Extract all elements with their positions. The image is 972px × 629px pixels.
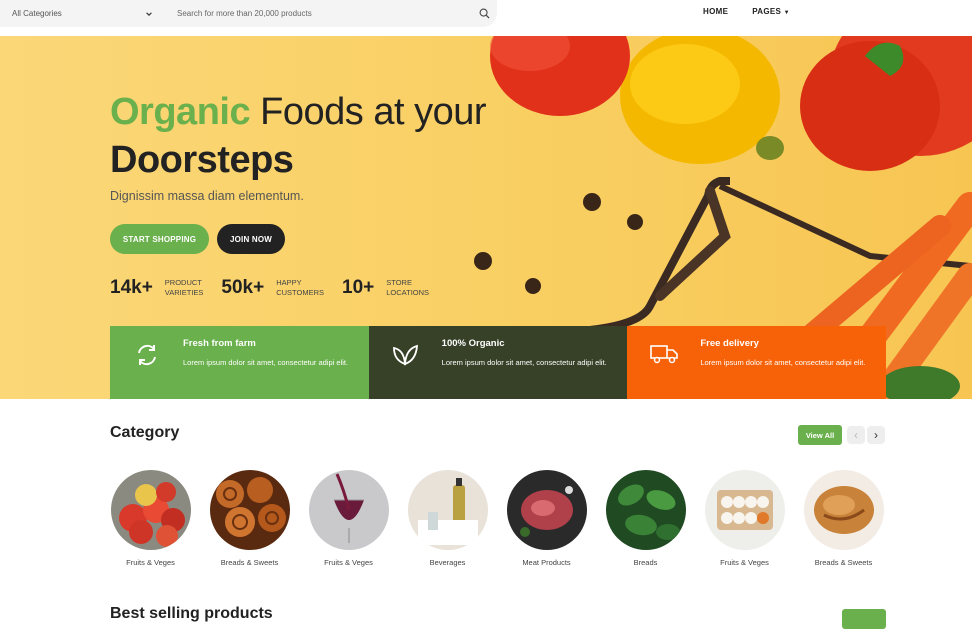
feature-desc: Lorem ipsum dolor sit amet, consectetur … (441, 358, 607, 367)
category-heading: Category (110, 424, 180, 441)
nav-pages-label: PAGES (752, 7, 782, 16)
hero-title-line2: Doorsteps (110, 139, 294, 181)
category-item[interactable]: Breads & Sweets (803, 470, 884, 567)
category-item[interactable]: Beverages (407, 470, 488, 567)
beverages-image (407, 470, 488, 550)
category-label: Fruits & Veges (324, 558, 373, 567)
category-label: Breads & Sweets (220, 558, 279, 567)
caret-down-icon: ▼ (783, 10, 790, 16)
hero-title-rest: Foods at your (250, 91, 487, 133)
features-strip: Fresh from farm Lorem ipsum dolor sit am… (110, 326, 887, 399)
refresh-icon (110, 338, 183, 399)
top-bar: All Categories Search for more than 20,0… (0, 0, 972, 36)
cinnamon-rolls-image (209, 470, 290, 550)
stat-customers: 50k+ HAPPY CUSTOMERS (221, 277, 324, 299)
feature-delivery: Free delivery Lorem ipsum dolor sit amet… (627, 326, 887, 399)
meat-image (506, 470, 587, 550)
category-label: Fruits & Veges (720, 558, 769, 567)
category-label: Fruits & Veges (126, 558, 175, 567)
mint-leaves-image (605, 470, 686, 550)
category-label: Breads & Sweets (814, 558, 873, 567)
stat-products: 14k+ PRODUCT VARIETIES (110, 277, 203, 299)
apples-image (110, 470, 191, 550)
stat-label: PRODUCT VARIETIES (164, 278, 204, 297)
best-selling-view-all-button[interactable] (842, 609, 886, 629)
feature-desc: Lorem ipsum dolor sit amet, consectetur … (183, 358, 349, 367)
eggs-image (704, 470, 785, 550)
leaf-icon (369, 338, 442, 399)
category-label: Beverages (429, 558, 466, 567)
stat-number: 50k+ (221, 277, 265, 298)
hero-subtitle: Dignissim massa diam elementum. (110, 189, 304, 203)
search-input[interactable]: Search for more than 20,000 products (165, 9, 471, 18)
category-item[interactable]: Breads (605, 470, 686, 567)
best-selling-heading: Best selling products (110, 605, 273, 622)
category-item[interactable]: Breads & Sweets (209, 470, 290, 567)
join-now-button[interactable]: JOIN NOW (217, 224, 285, 254)
category-item[interactable]: Meat Products (506, 470, 587, 567)
category-select[interactable]: All Categories (0, 9, 165, 18)
feature-title: 100% Organic (441, 338, 505, 349)
stat-number: 14k+ (110, 277, 153, 298)
category-item[interactable]: Fruits & Veges (110, 470, 191, 567)
hero-title: Organic Foods at your Doorsteps (110, 88, 487, 184)
category-select-label: All Categories (12, 9, 62, 18)
feature-organic: 100% Organic Lorem ipsum dolor sit amet,… (368, 326, 628, 399)
wine-glass-image (308, 470, 389, 550)
category-label: Breads (633, 558, 658, 567)
stat-number: 10+ (342, 277, 375, 298)
main-nav: HOME PAGES ▼ (703, 7, 790, 16)
feature-title: Free delivery (700, 338, 759, 349)
hero-stats: 14k+ PRODUCT VARIETIES 50k+ HAPPY CUSTOM… (110, 277, 429, 299)
search-bar: All Categories Search for more than 20,0… (0, 0, 497, 27)
category-item[interactable]: Fruits & Veges (704, 470, 785, 567)
chevron-down-icon (146, 11, 152, 16)
stat-label: STORE LOCATIONS (386, 278, 430, 297)
category-item[interactable]: Fruits & Veges (308, 470, 389, 567)
next-arrow-button[interactable]: › (867, 426, 885, 444)
search-icon[interactable] (471, 8, 497, 19)
stat-label: HAPPY CUSTOMERS (276, 278, 325, 297)
feature-title: Fresh from farm (183, 338, 256, 349)
prev-arrow-button[interactable]: ‹ (847, 426, 865, 444)
feature-desc: Lorem ipsum dolor sit amet, consectetur … (700, 358, 866, 367)
hero-title-highlight: Organic (110, 91, 251, 133)
category-list: Fruits & Veges Breads & Sweets Fruits & … (110, 470, 884, 567)
view-all-button[interactable]: View All (798, 425, 842, 445)
pastry-image (803, 470, 884, 550)
nav-home[interactable]: HOME (703, 7, 728, 16)
category-label: Meat Products (522, 558, 571, 567)
truck-icon (627, 338, 700, 399)
start-shopping-button[interactable]: START SHOPPING (110, 224, 209, 254)
feature-fresh: Fresh from farm Lorem ipsum dolor sit am… (110, 326, 369, 399)
nav-pages[interactable]: PAGES ▼ (752, 7, 790, 16)
stat-locations: 10+ STORE LOCATIONS (342, 277, 429, 299)
